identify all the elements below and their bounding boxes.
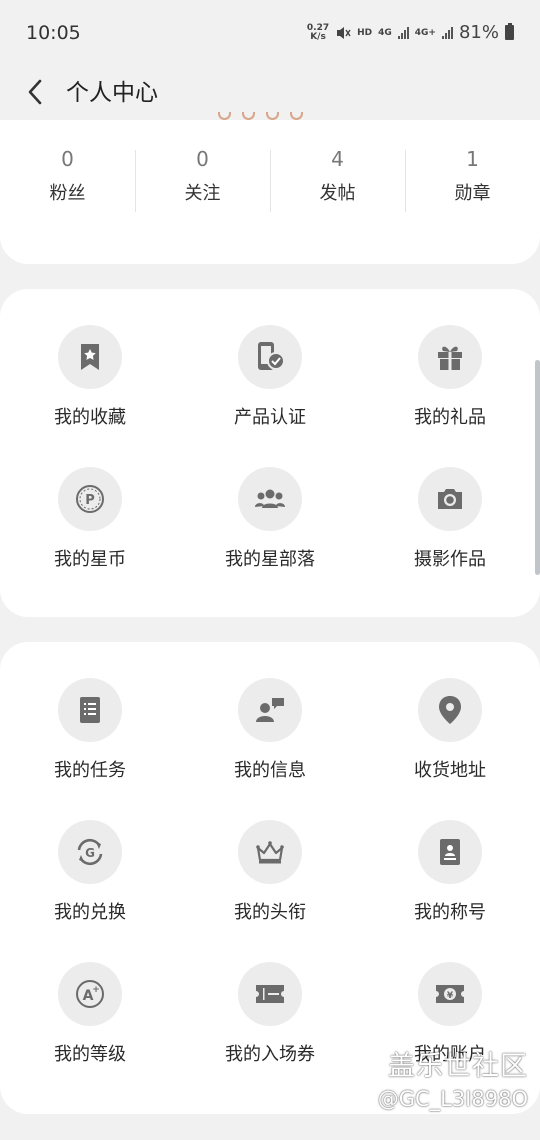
tile-label: 产品认证	[234, 407, 306, 428]
tile-label: 收货地址	[414, 760, 486, 781]
mute-icon	[337, 26, 351, 39]
stat-following[interactable]: 0 关注	[135, 146, 270, 216]
status-icons: 0.27 K/s HD 4G 4G+ 81%	[307, 22, 514, 43]
status-bar: 10:05 0.27 K/s HD 4G 4G+ 81%	[0, 0, 540, 66]
icon-circle	[238, 678, 302, 742]
icon-circle	[58, 325, 122, 389]
tile-photography[interactable]: 摄影作品	[360, 467, 540, 587]
hd-label: HD	[357, 27, 373, 38]
scrollbar-thumb[interactable]	[535, 360, 540, 575]
gift-icon	[438, 346, 462, 370]
icon-circle	[238, 467, 302, 531]
user-message-icon	[256, 698, 284, 722]
yen-wallet-icon: ¥	[436, 985, 464, 1003]
tile-label: 我的信息	[234, 760, 306, 781]
icon-circle: P	[58, 467, 122, 531]
tile-label: 我的入场券	[225, 1044, 315, 1065]
signal-icon	[397, 26, 409, 39]
icon-circle	[238, 962, 302, 1026]
tile-my-designation[interactable]: 我的称号	[360, 820, 540, 940]
tile-label: 我的收藏	[54, 407, 126, 428]
watermark-user: @GC_L3I898O	[377, 1087, 528, 1111]
battery-percent: 81%	[458, 22, 499, 43]
tile-shipping-address[interactable]: 收货地址	[360, 678, 540, 798]
stat-value: 0	[196, 147, 209, 171]
svg-text:¥: ¥	[447, 991, 454, 1001]
tile-my-gifts[interactable]: 我的礼品	[360, 325, 540, 445]
network-4g-label: 4G	[378, 27, 392, 38]
level-a-plus-icon: A +	[76, 980, 104, 1008]
icon-circle	[418, 820, 482, 884]
stat-label: 勋章	[454, 183, 491, 204]
location-pin-icon	[439, 696, 461, 724]
tile-label: 我的等级	[54, 1044, 126, 1065]
network-speed-unit: K/s	[310, 31, 326, 42]
tile-label: 我的星部落	[225, 549, 315, 570]
tile-label: 摄影作品	[414, 549, 486, 570]
icon-circle	[418, 325, 482, 389]
stat-value: 0	[61, 147, 74, 171]
icon-circle: G	[58, 820, 122, 884]
tile-label: 我的称号	[414, 902, 486, 923]
icon-circle	[418, 678, 482, 742]
tile-my-level[interactable]: A + 我的等级	[0, 962, 180, 1082]
icon-circle: ¥	[418, 962, 482, 1026]
stat-value: 1	[466, 147, 479, 171]
tile-my-tribe[interactable]: 我的星部落	[180, 467, 360, 587]
tile-my-tickets[interactable]: 我的入场券	[180, 962, 360, 1082]
watermark-brand: 盖乐世社区	[388, 1051, 528, 1082]
crown-icon	[256, 841, 284, 864]
stat-label: 粉丝	[49, 183, 86, 204]
tile-my-title[interactable]: 我的头衔	[180, 820, 360, 940]
tile-my-messages[interactable]: 我的信息	[180, 678, 360, 798]
icon-circle: A +	[58, 962, 122, 1026]
icon-circle	[58, 678, 122, 742]
task-list-icon	[80, 697, 100, 723]
stat-label: 发帖	[319, 183, 356, 204]
page-title: 个人中心	[66, 80, 158, 106]
tile-label: 我的任务	[54, 760, 126, 781]
tile-label: 我的兑换	[54, 902, 126, 923]
svg-text:P: P	[85, 493, 95, 508]
signal-icon-2	[441, 26, 453, 39]
tile-label: 我的头衔	[234, 902, 306, 923]
services-card-bottom: 我的任务 我的信息 收货地址 G 我的兑换 我的头衔 我的称号 A + 我的等级…	[0, 642, 540, 1114]
exchange-g-icon: G	[77, 838, 103, 866]
stat-medals[interactable]: 1 勋章	[405, 146, 540, 216]
ticket-icon	[256, 985, 284, 1003]
stat-followers[interactable]: 0 粉丝	[0, 146, 135, 216]
network-speed: 0.27 K/s	[307, 23, 329, 42]
tile-my-tasks[interactable]: 我的任务	[0, 678, 180, 798]
profile-stats-card: 0 粉丝 0 关注 4 发帖 1 勋章	[0, 120, 540, 264]
stat-value: 4	[331, 147, 344, 171]
stats-row: 0 粉丝 0 关注 4 发帖 1 勋章	[0, 146, 540, 216]
chevron-left-icon	[28, 79, 42, 105]
tile-product-certification[interactable]: 产品认证	[180, 325, 360, 445]
services-card-top: 我的收藏 产品认证 我的礼品 P 我的星币 我的星部落 摄影作品	[0, 289, 540, 617]
phone-verified-icon	[258, 342, 285, 370]
id-badge-icon	[440, 839, 460, 865]
network-4g-plus-label: 4G+	[414, 27, 436, 38]
watermark: 盖乐世社区 @GC_L3I898O	[378, 1050, 528, 1114]
stat-posts[interactable]: 4 发帖	[270, 146, 405, 216]
icon-circle	[238, 820, 302, 884]
bookmark-star-icon	[81, 344, 99, 370]
tile-label: 我的礼品	[414, 407, 486, 428]
battery-icon	[505, 23, 514, 40]
tile-my-coins[interactable]: P 我的星币	[0, 467, 180, 587]
svg-text:+: +	[92, 985, 100, 995]
tile-label: 我的星币	[54, 549, 126, 570]
tile-my-exchange[interactable]: G 我的兑换	[0, 820, 180, 940]
status-time: 10:05	[26, 22, 81, 44]
svg-text:G: G	[85, 846, 95, 860]
icon-circle	[418, 467, 482, 531]
stat-label: 关注	[184, 183, 221, 204]
icon-circle	[238, 325, 302, 389]
tile-my-favorites[interactable]: 我的收藏	[0, 325, 180, 445]
level-dots-decoration	[218, 112, 303, 120]
group-icon	[255, 489, 285, 508]
back-button[interactable]	[20, 72, 50, 112]
camera-icon	[438, 489, 462, 509]
coin-p-icon: P	[76, 485, 104, 513]
